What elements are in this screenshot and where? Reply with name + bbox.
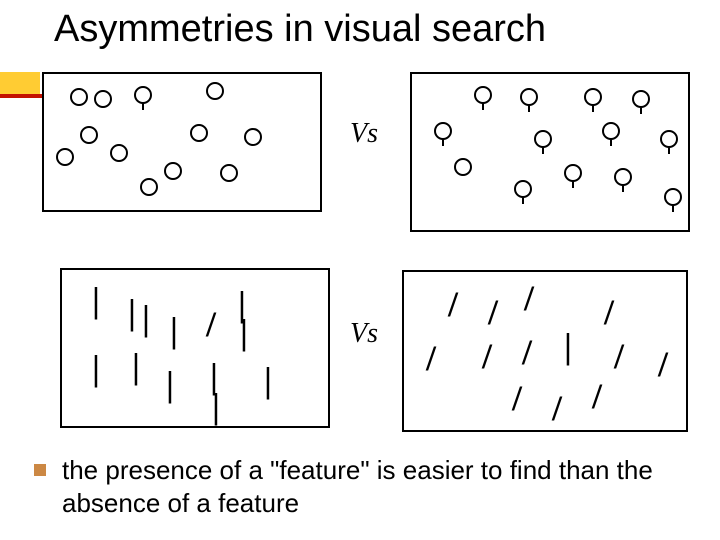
tail-icon — [542, 146, 544, 154]
tail-icon — [522, 196, 524, 204]
panel-circles-left — [42, 72, 322, 212]
vs-label-top: Vs — [350, 118, 378, 150]
circle-icon — [94, 90, 112, 108]
circle-with-tail-icon — [434, 122, 452, 140]
circle-with-tail-icon — [134, 86, 152, 104]
bullet-row: the presence of a "feature" is easier to… — [34, 454, 694, 519]
tilted-line-icon: / — [512, 380, 522, 416]
vertical-line-icon: | — [170, 312, 178, 348]
bullet-square-icon — [34, 464, 46, 476]
tail-icon — [640, 106, 642, 114]
tilted-line-icon: / — [522, 334, 532, 370]
vs-label-bottom: Vs — [350, 318, 378, 350]
circle-icon — [110, 144, 128, 162]
tail-icon — [572, 180, 574, 188]
panel-circles-right — [410, 72, 690, 232]
tilted-line-icon: / — [426, 340, 436, 376]
accent-yellow-block — [0, 72, 40, 94]
tail-icon — [592, 104, 594, 112]
tilted-line-icon: / — [488, 294, 498, 330]
circle-with-tail-icon — [632, 90, 650, 108]
vertical-line-icon: | — [564, 328, 572, 364]
tail-icon — [528, 104, 530, 112]
circle-with-tail-icon — [534, 130, 552, 148]
tilted-line-icon: / — [206, 306, 216, 342]
circle-with-tail-icon — [660, 130, 678, 148]
circle-icon — [190, 124, 208, 142]
circle-icon — [56, 148, 74, 166]
vertical-line-icon: | — [92, 350, 100, 386]
tail-icon — [668, 146, 670, 154]
circle-with-tail-icon — [564, 164, 582, 182]
circle-with-tail-icon — [514, 180, 532, 198]
panel-lines-right: ///////|///// — [402, 270, 688, 432]
circle-with-tail-icon — [474, 86, 492, 104]
vertical-line-icon: | — [166, 366, 174, 402]
vertical-line-icon: | — [240, 314, 248, 350]
tail-icon — [482, 102, 484, 110]
tail-icon — [610, 138, 612, 146]
circle-icon — [454, 158, 472, 176]
bullet-text: the presence of a "feature" is easier to… — [62, 454, 694, 519]
circle-icon — [206, 82, 224, 100]
circle-with-tail-icon — [614, 168, 632, 186]
vertical-line-icon: | — [264, 362, 272, 398]
tilted-line-icon: / — [482, 338, 492, 374]
circle-with-tail-icon — [664, 188, 682, 206]
circle-icon — [244, 128, 262, 146]
tilted-line-icon: / — [592, 378, 602, 414]
vertical-line-icon: | — [92, 282, 100, 318]
circle-icon — [164, 162, 182, 180]
circle-icon — [80, 126, 98, 144]
tilted-line-icon: / — [614, 338, 624, 374]
tilted-line-icon: / — [658, 346, 668, 382]
circle-with-tail-icon — [520, 88, 538, 106]
vertical-line-icon: | — [132, 348, 140, 384]
tail-icon — [672, 204, 674, 212]
circle-with-tail-icon — [602, 122, 620, 140]
panel-lines-left: ||||/|||||||| — [60, 268, 330, 428]
slide-title: Asymmetries in visual search — [54, 8, 546, 51]
tilted-line-icon: / — [524, 280, 534, 316]
circle-with-tail-icon — [584, 88, 602, 106]
tilted-line-icon: / — [604, 294, 614, 330]
vertical-line-icon: | — [212, 388, 220, 424]
circle-icon — [220, 164, 238, 182]
tilted-line-icon: / — [448, 286, 458, 322]
circle-icon — [140, 178, 158, 196]
tail-icon — [442, 138, 444, 146]
tilted-line-icon: / — [552, 390, 562, 426]
vertical-line-icon: | — [128, 294, 136, 330]
tail-icon — [622, 184, 624, 192]
vertical-line-icon: | — [142, 300, 150, 336]
tail-icon — [142, 102, 144, 110]
circle-icon — [70, 88, 88, 106]
